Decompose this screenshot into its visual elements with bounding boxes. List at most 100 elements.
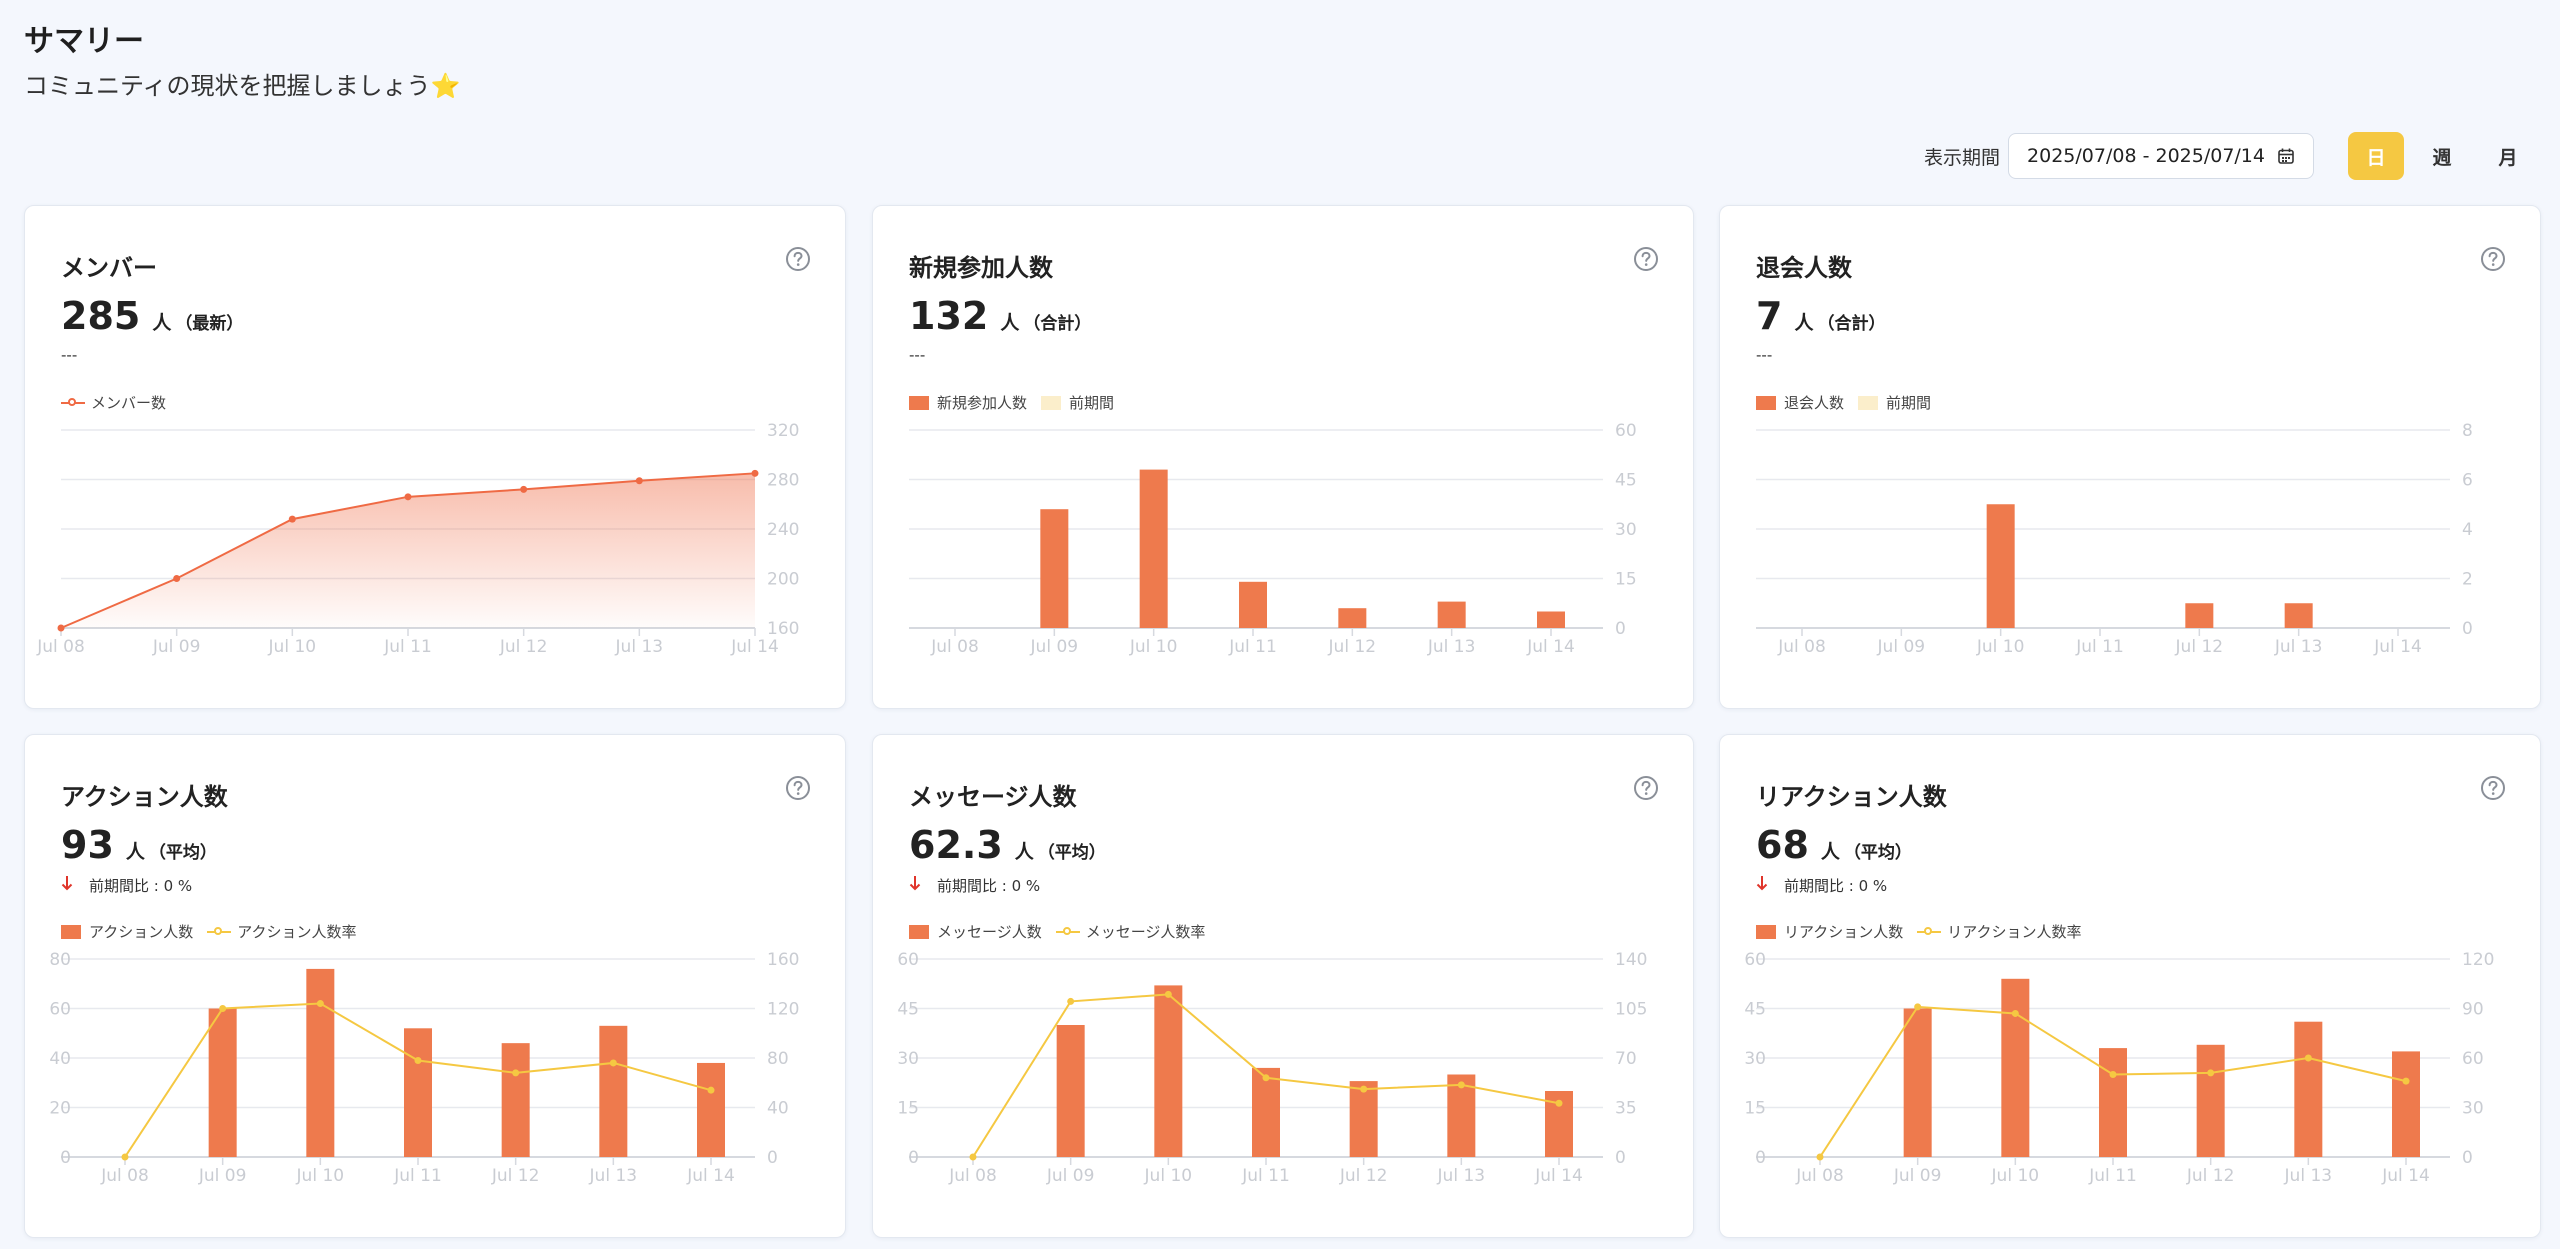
y-tick-right: 120 (2462, 950, 2494, 970)
data-point (751, 469, 759, 477)
chart: 0 40 80 120 160 0 20 40 60 80 Jul 08 Jul 09 Jul 10 Ju… (49, 950, 799, 1186)
y-tick-right: 35 (1615, 1099, 1637, 1119)
y-tick-left: 40 (49, 1049, 71, 1069)
y-tick-right: 6 (2462, 471, 2473, 491)
bar (1239, 581, 1267, 628)
y-tick-right: 160 (767, 950, 799, 970)
x-tick-label: Jul 14 (1534, 1166, 1583, 1186)
y-tick-right: 60 (2462, 1049, 2484, 1069)
x-tick-label: Jul 11 (1241, 1166, 1290, 1186)
chart: 0 30 60 90 120 0 15 30 45 60 Jul 08 Jul 09 Jul 10 Jul… (1744, 950, 2494, 1186)
period-week-button[interactable]: 週 (2414, 132, 2470, 180)
bar (1537, 611, 1565, 628)
y-tick-left: 0 (60, 1148, 71, 1168)
data-point (1262, 1074, 1270, 1082)
bar (1903, 1008, 1932, 1157)
bar (208, 1008, 237, 1157)
y-tick-right: 8 (2462, 421, 2473, 441)
y-tick-left: 45 (897, 1000, 919, 1020)
y-tick-left: 60 (1744, 950, 1766, 970)
x-tick-label: Jul 12 (2175, 637, 2224, 657)
y-tick-right: 0 (1615, 619, 1626, 639)
y-tick-right: 60 (1615, 421, 1637, 441)
y-tick-right: 200 (767, 570, 799, 590)
x-tick-label: Jul 09 (1030, 637, 1079, 657)
y-tick-right: 2 (2462, 570, 2473, 590)
period-month-button[interactable]: 月 (2480, 132, 2536, 180)
new-members-card: 新規参加人数 132 人（合計） --- 新規参加人数 前期間 0 15 30 45 60 Jul 0… (872, 205, 1694, 709)
data-point (316, 1000, 324, 1008)
y-tick-right: 30 (1615, 520, 1637, 540)
x-tick-label: Jul 08 (100, 1166, 149, 1186)
x-tick-label: Jul 14 (686, 1166, 735, 1186)
bar (1986, 504, 2015, 628)
data-point (707, 1086, 715, 1094)
x-tick-label: Jul 10 (296, 1166, 345, 1186)
y-tick-right: 0 (767, 1148, 778, 1168)
x-tick-label: Jul 13 (2284, 1166, 2333, 1186)
data-point (1360, 1085, 1368, 1093)
x-tick-label: Jul 10 (268, 637, 317, 657)
x-tick-label: Jul 14 (2381, 1166, 2430, 1186)
x-tick-label: Jul 11 (393, 1166, 442, 1186)
x-tick-label: Jul 12 (1328, 637, 1377, 657)
x-tick-label: Jul 08 (948, 1166, 997, 1186)
x-tick-label: Jul 12 (491, 1166, 540, 1186)
date-range-value: 2025/07/08 - 2025/07/14 (2027, 145, 2265, 167)
y-tick-left: 30 (1744, 1049, 1766, 1069)
data-point (1067, 997, 1075, 1005)
y-tick-right: 160 (767, 619, 799, 639)
data-point (520, 485, 528, 493)
period-label: 表示期間 (1924, 146, 2001, 169)
y-tick-right: 30 (2462, 1099, 2484, 1119)
bar (1338, 608, 1367, 628)
data-point (1914, 1003, 1922, 1011)
bar (599, 1025, 628, 1157)
x-tick-label: Jul 08 (930, 637, 979, 657)
y-tick-right: 0 (2462, 1148, 2473, 1168)
bar (1040, 509, 1069, 628)
y-tick-right: 90 (2462, 1000, 2484, 1020)
data-point (969, 1153, 977, 1161)
x-tick-label: Jul 09 (1893, 1166, 1942, 1186)
chart: 0 15 30 45 60 Jul 08 Jul 09 Jul 10 Jul 11 Jul 12 J… (909, 421, 1637, 657)
bar (2294, 1021, 2323, 1157)
y-tick-left: 80 (49, 950, 71, 970)
y-tick-right: 105 (1615, 1000, 1647, 1020)
y-tick-left: 15 (1744, 1099, 1766, 1119)
period-day-button[interactable]: 日 (2348, 132, 2404, 180)
left-members-card: 退会人数 7 人（合計） --- 退会人数 前期間 0 2 4 6 8 Jul 08 Jul 09 Jul… (1719, 205, 2541, 709)
chart: 0 2 4 6 8 Jul 08 Jul 09 Jul 10 Jul 11 Jul 12 Jul 1… (1756, 421, 2473, 657)
y-tick-right: 15 (1615, 570, 1637, 590)
y-tick-right: 0 (2462, 619, 2473, 639)
bar (501, 1043, 530, 1157)
x-tick-label: Jul 08 (1795, 1166, 1844, 1186)
y-tick-right: 4 (2462, 520, 2473, 540)
x-tick-label: Jul 09 (1046, 1166, 1095, 1186)
x-tick-label: Jul 14 (2373, 637, 2422, 657)
x-tick-label: Jul 08 (1777, 637, 1826, 657)
members-card: メンバー 285 人（最新） --- メンバー数 160 200 240 280 320 Jul 0… (24, 205, 846, 709)
y-tick-left: 15 (897, 1099, 919, 1119)
bar (404, 1028, 432, 1157)
x-tick-label: Jul 10 (1129, 637, 1178, 657)
x-tick-label: Jul 13 (589, 1166, 638, 1186)
bar (2196, 1044, 2225, 1157)
data-point (219, 1005, 227, 1012)
data-point (288, 515, 296, 523)
data-point (609, 1059, 617, 1067)
bar (1154, 985, 1183, 1157)
bar (2099, 1048, 2127, 1157)
x-tick-label: Jul 13 (2274, 637, 2323, 657)
x-tick-label: Jul 09 (1877, 637, 1926, 657)
date-range-picker[interactable]: 2025/07/08 - 2025/07/14 (2008, 133, 2314, 179)
x-tick-label: Jul 11 (383, 637, 432, 657)
x-tick-label: Jul 11 (2075, 637, 2124, 657)
calendar-icon (2277, 147, 2295, 165)
y-tick-left: 20 (49, 1099, 71, 1119)
chart: 0 35 70 105 140 0 15 30 45 60 Jul 08 Jul 09 Jul 10 Ju… (897, 950, 1647, 1186)
x-tick-label: Jul 10 (1144, 1166, 1193, 1186)
x-tick-label: Jul 13 (1427, 637, 1476, 657)
data-point (635, 477, 643, 485)
x-tick-label: Jul 08 (36, 637, 85, 657)
